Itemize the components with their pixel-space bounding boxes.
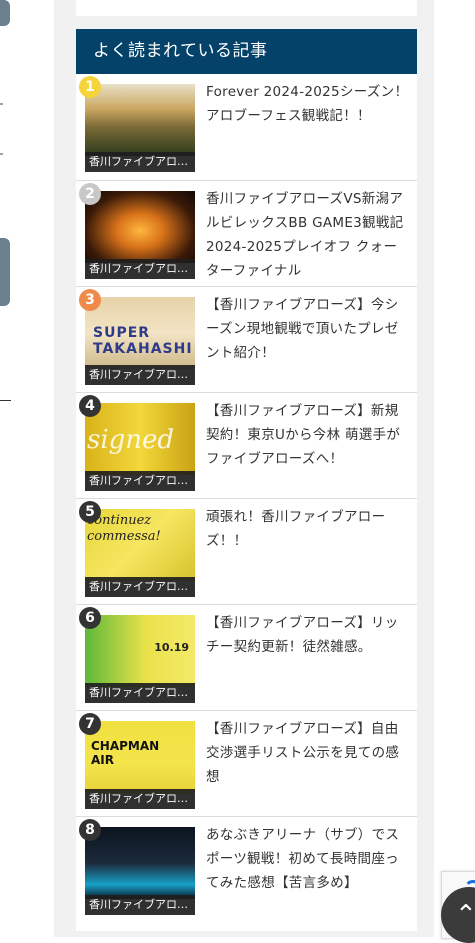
article-title[interactable]: Forever 2024-2025シーズン！アロブーフェス観戦記！！ (206, 80, 410, 128)
rank-badge: 6 (79, 607, 101, 629)
list-item[interactable]: 10.19 香川ファイブアロ… 6 【香川ファイブアローズ】リッチー契約更新！徒… (76, 605, 417, 711)
rank-badge: 7 (79, 713, 101, 735)
category-label: 香川ファイブアロ… (85, 259, 195, 279)
rank-badge: 5 (79, 501, 101, 523)
category-label: 香川ファイブアロ… (85, 683, 195, 703)
article-thumbnail[interactable]: signed 香川ファイブアロ… (85, 403, 195, 491)
right-margin (434, 0, 475, 937)
article-thumbnail[interactable]: continuez commessa! 香川ファイブアロ… (85, 509, 195, 597)
rank-badge: 4 (79, 395, 101, 417)
thumbnail-image (85, 84, 195, 156)
category-label: 香川ファイブアロ… (85, 152, 195, 172)
thumbnail-image: 10.19 (85, 615, 195, 687)
category-label: 香川ファイブアロ… (85, 789, 195, 809)
widget-title: よく読まれている記事 (76, 29, 417, 74)
previous-widget-card (76, 0, 417, 16)
article-title[interactable]: 頑張れ！香川ファイブアローズ！！ (206, 505, 410, 553)
left-mark (0, 103, 3, 105)
list-item[interactable]: SUPER TAKAHASHI 香川ファイブアロ… 3 【香川ファイブアローズ】… (76, 287, 417, 393)
chevron-up-icon: ⌃ (455, 900, 475, 930)
list-item[interactable]: 香川ファイブアロ… 8 あなぶきアリーナ（サブ）でスポーツ観戦！初めて長時間座っ… (76, 817, 417, 923)
article-title[interactable]: 【香川ファイブアローズ】リッチー契約更新！徒然雑感。 (206, 611, 410, 659)
rank-badge: 8 (79, 819, 101, 841)
article-thumbnail[interactable]: CHAPMAN AIR 香川ファイブアロ… (85, 721, 195, 809)
list-item[interactable]: continuez commessa! 香川ファイブアロ… 5 頑張れ！香川ファ… (76, 499, 417, 605)
article-thumbnail[interactable]: 10.19 香川ファイブアロ… (85, 615, 195, 703)
list-item[interactable]: 香川ファイブアロ… 2 香川ファイブアローズVS新潟アルビレックスBB GAME… (76, 181, 417, 287)
category-label: 香川ファイブアロ… (85, 471, 195, 491)
category-label: 香川ファイブアロ… (85, 365, 195, 385)
article-thumbnail[interactable]: SUPER TAKAHASHI 香川ファイブアロ… (85, 297, 195, 385)
thumbnail-text: SUPER TAKAHASHI (93, 325, 193, 357)
rank-badge: 3 (79, 289, 101, 311)
thumbnail-image: continuez commessa! (85, 509, 195, 581)
thumbnail-image: CHAPMAN AIR (85, 721, 195, 793)
article-thumbnail[interactable]: 香川ファイブアロ… (85, 84, 195, 172)
article-title[interactable]: 【香川ファイブアローズ】新規契約！東京Uから今林 萌選手がファイブアローズへ！ (206, 399, 410, 471)
article-title[interactable]: 【香川ファイブアローズ】自由交渉選手リスト公示を見ての感想 (206, 717, 410, 789)
left-mark (0, 153, 3, 155)
list-item[interactable]: CHAPMAN AIR 香川ファイブアロ… 7 【香川ファイブアローズ】自由交渉… (76, 711, 417, 817)
thumbnail-image: signed (85, 403, 195, 475)
rank-badge: 2 (79, 183, 101, 205)
article-title[interactable]: あなぶきアリーナ（サブ）でスポーツ観戦！初めて長時間座ってみた感想【苦言多め】 (206, 823, 410, 895)
left-sidebar-edge (0, 0, 54, 937)
thumbnail-text: signed (87, 425, 175, 455)
left-divider (0, 400, 11, 401)
rank-badge: 1 (79, 76, 101, 98)
thumbnail-image (85, 827, 195, 899)
article-title[interactable]: 香川ファイブアローズVS新潟アルビレックスBB GAME3観戦記 2024-20… (206, 187, 410, 283)
list-item[interactable]: signed 香川ファイブアロ… 4 【香川ファイブアローズ】新規契約！東京Uか… (76, 393, 417, 499)
category-label: 香川ファイブアロ… (85, 577, 195, 597)
list-item[interactable]: 香川ファイブアロ… 1 Forever 2024-2025シーズン！アロブーフェ… (76, 74, 417, 181)
thumbnail-image (85, 191, 195, 263)
popular-articles-list: 香川ファイブアロ… 1 Forever 2024-2025シーズン！アロブーフェ… (76, 74, 417, 923)
article-thumbnail[interactable]: 香川ファイブアロ… (85, 191, 195, 279)
left-tab-top[interactable] (0, 0, 10, 26)
article-title[interactable]: 【香川ファイブアローズ】今シーズン現地観戦で頂いたプレゼント紹介！ (206, 293, 410, 365)
thumbnail-image: SUPER TAKAHASHI (85, 297, 195, 369)
article-thumbnail[interactable]: 香川ファイブアロ… (85, 827, 195, 915)
popular-articles-widget: よく読まれている記事 香川ファイブアロ… 1 Forever 2024-2025… (76, 29, 417, 931)
left-tab-middle[interactable] (0, 238, 10, 306)
thumbnail-text: 10.19 (154, 641, 189, 654)
category-label: 香川ファイブアロ… (85, 895, 195, 915)
thumbnail-text: CHAPMAN AIR (91, 739, 160, 767)
